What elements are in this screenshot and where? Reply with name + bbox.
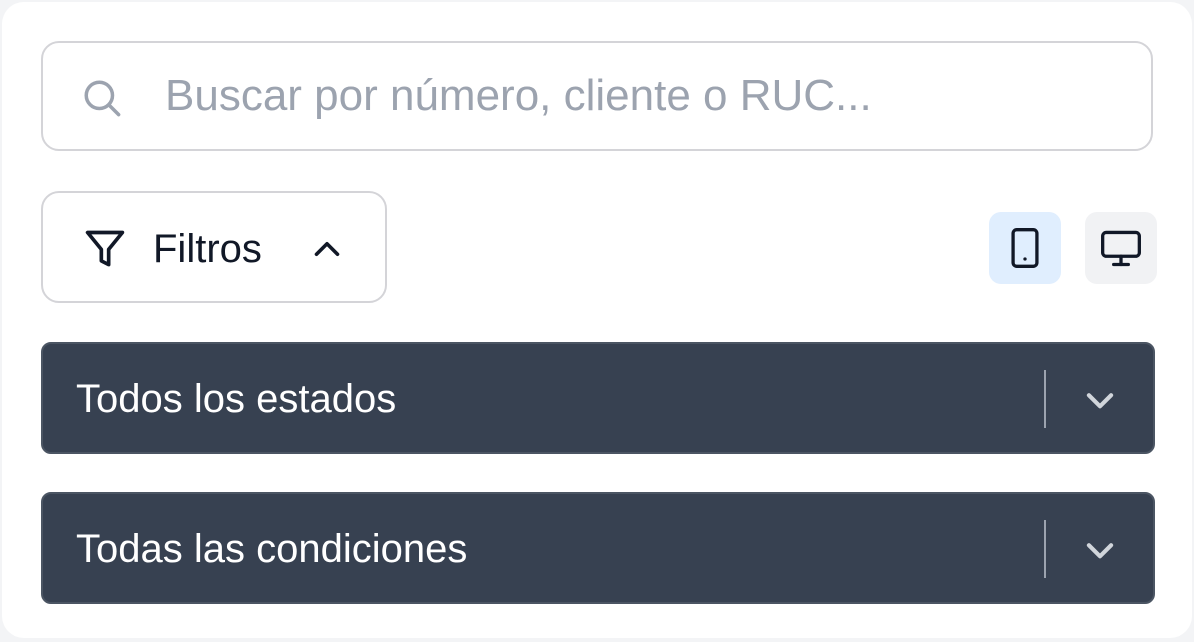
filters-label: Filtros [153, 227, 262, 271]
status-select[interactable]: Todos los estados [41, 342, 1155, 454]
select-divider [1044, 520, 1046, 578]
tablet-icon [1011, 228, 1039, 268]
monitor-icon [1101, 230, 1141, 267]
chevron-up-icon [314, 241, 340, 257]
condition-select-value: Todas las condiciones [76, 527, 468, 571]
filter-panel: Filtros Todos los estados Todas las cond… [2, 2, 1192, 638]
desktop-view-button[interactable] [1085, 212, 1157, 284]
filters-toggle-button[interactable]: Filtros [41, 191, 387, 303]
chevron-down-icon[interactable] [1081, 381, 1119, 419]
mobile-view-button[interactable] [989, 212, 1061, 284]
condition-select[interactable]: Todas las condiciones [41, 492, 1155, 604]
search-box[interactable] [41, 41, 1153, 151]
chevron-down-icon[interactable] [1081, 531, 1119, 569]
search-input[interactable] [165, 43, 1125, 149]
status-select-value: Todos los estados [76, 377, 397, 421]
select-divider [1044, 370, 1046, 428]
filter-icon [85, 230, 125, 267]
search-icon [84, 80, 121, 117]
